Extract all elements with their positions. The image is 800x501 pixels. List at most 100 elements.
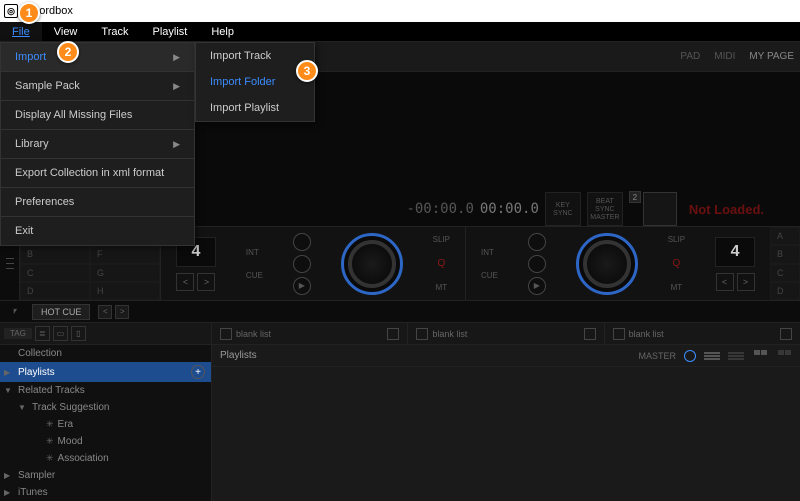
sparkle-icon: ✳ <box>46 419 54 430</box>
tag-card-icon[interactable]: ▯ <box>71 326 86 341</box>
master-indicator-icon[interactable] <box>684 350 696 362</box>
q-label: Q <box>673 258 681 269</box>
view-tiles-icon[interactable] <box>776 350 792 362</box>
tree-suggestion[interactable]: ▼ Track Suggestion <box>0 399 211 416</box>
submenu-import-playlist[interactable]: Import Playlist <box>196 95 314 121</box>
deck1-cue-button[interactable] <box>293 255 311 273</box>
tree-era[interactable]: ✳Era <box>0 416 211 433</box>
midi-label[interactable]: MIDI <box>714 51 735 62</box>
expand-icon: ▶ <box>4 368 10 377</box>
dropdown-exit[interactable]: Exit <box>1 217 194 245</box>
slip-label: SLIP <box>433 235 450 244</box>
playlist-area: Playlists MASTER <box>212 345 800 501</box>
mt-label: MT <box>436 283 448 292</box>
tag-label[interactable]: TAG <box>4 328 32 339</box>
pad-f[interactable]: F <box>90 245 160 263</box>
menu-file[interactable]: File <box>0 22 42 41</box>
deck2-beat-display: 4 <box>715 237 755 267</box>
beat-label: BEAT <box>596 198 614 205</box>
pad-a-r[interactable]: A <box>770 227 800 245</box>
dropdown-export-xml[interactable]: Export Collection in xml format <box>1 159 194 187</box>
deck1-next-button[interactable]: > <box>197 273 215 291</box>
tree-suggestion-label: Track Suggestion <box>32 402 109 413</box>
deck1-jog-wheel[interactable] <box>341 233 403 295</box>
menu-view[interactable]: View <box>42 22 90 41</box>
not-loaded-label: Not Loaded. <box>689 202 764 217</box>
tag-area: TAG ≣ ▭ ▯ <box>0 323 212 344</box>
pad-label[interactable]: PAD <box>680 51 700 62</box>
deck2-next-button[interactable]: > <box>737 273 755 291</box>
sync-label: SYNC <box>595 206 614 213</box>
pad-h[interactable]: H <box>90 282 160 300</box>
deck2-jog-wheel[interactable] <box>576 233 638 295</box>
expand-icon[interactable] <box>780 328 792 340</box>
waveform-icon[interactable]: ⎖ <box>6 305 24 318</box>
tree-itunes-label: iTunes <box>18 487 48 498</box>
slip-label: SLIP <box>668 235 685 244</box>
add-playlist-button[interactable]: + <box>191 365 205 379</box>
dropdown-library-label: Library <box>15 138 49 150</box>
tree-related[interactable]: ▼ Related Tracks <box>0 382 211 399</box>
deck1-int-button[interactable] <box>293 233 311 251</box>
tag-list-icon[interactable]: ≣ <box>35 326 50 341</box>
menu-help[interactable]: Help <box>199 22 246 41</box>
import-submenu: Import Track Import Folder Import Playli… <box>195 42 315 122</box>
blank-list-3[interactable]: blank list <box>605 323 800 344</box>
blank-list-1[interactable]: blank list <box>212 323 408 344</box>
pad-g[interactable]: G <box>90 264 160 282</box>
tree-collection[interactable]: Collection <box>0 345 211 362</box>
master-label: MASTER <box>590 214 619 221</box>
key-sync-box[interactable]: KEY SYNC <box>545 192 581 226</box>
view-list-icon[interactable] <box>704 350 720 362</box>
mypage-label[interactable]: MY PAGE <box>749 51 794 62</box>
deck2-play-button[interactable]: ▶ <box>528 277 546 295</box>
pad-b[interactable]: B <box>20 245 90 263</box>
tree-panel: Collection ▶ Playlists + ▼ Related Track… <box>0 345 212 501</box>
hotcue-button[interactable]: HOT CUE <box>32 304 90 320</box>
hotcue-next-button[interactable]: > <box>115 305 129 319</box>
menu-playlist[interactable]: Playlist <box>140 22 199 41</box>
titlebar: ◎ rekordbox <box>0 0 800 22</box>
bottom-panel: Collection ▶ Playlists + ▼ Related Track… <box>0 345 800 501</box>
dropdown-samplepack[interactable]: Sample Pack ▶ <box>1 72 194 100</box>
list-icon <box>613 328 625 340</box>
pad-d[interactable]: D <box>20 282 90 300</box>
menu-track[interactable]: Track <box>89 22 140 41</box>
pad-d-r[interactable]: D <box>770 282 800 300</box>
dropdown-preferences-label: Preferences <box>15 196 74 208</box>
tree-association[interactable]: ✳Association <box>0 450 211 467</box>
dropdown-preferences[interactable]: Preferences <box>1 188 194 216</box>
dropdown-library[interactable]: Library ▶ <box>1 130 194 158</box>
pad-c-r[interactable]: C <box>770 264 800 282</box>
tree-itunes[interactable]: ▶iTunes <box>0 484 211 501</box>
key-label: KEY <box>556 202 570 209</box>
deck2-int-button[interactable] <box>528 233 546 251</box>
pad-c[interactable]: C <box>20 264 90 282</box>
expand-icon[interactable] <box>584 328 596 340</box>
tree-mood-label: Mood <box>58 436 83 447</box>
blank-list-2[interactable]: blank list <box>408 323 604 344</box>
dropdown-display-missing[interactable]: Display All Missing Files <box>1 101 194 129</box>
pad-b-r[interactable]: B <box>770 245 800 263</box>
deck1-panel: 4 < > INT CUE ▶ SLIP Q MT <box>160 227 465 300</box>
deck1-play-button[interactable]: ▶ <box>293 277 311 295</box>
tag-grid-icon[interactable]: ▭ <box>53 326 68 341</box>
cue-label: CUE <box>246 271 263 280</box>
view-detail-icon[interactable] <box>728 350 744 362</box>
tree-playlists[interactable]: ▶ Playlists + <box>0 362 211 382</box>
tree-playlists-label: Playlists <box>18 367 55 378</box>
deck2-prev-button[interactable]: < <box>716 273 734 291</box>
dropdown-import[interactable]: Import ▶ <box>1 43 194 71</box>
deck2-panel: INT CUE ▶ SLIP Q MT 4 < > <box>465 227 770 300</box>
deck2-cue-button[interactable] <box>528 255 546 273</box>
expand-icon[interactable] <box>387 328 399 340</box>
hotcue-prev-button[interactable]: < <box>98 305 112 319</box>
view-grid-icon[interactable] <box>752 350 768 362</box>
annotation-badge-3: 3 <box>296 60 318 82</box>
tree-sampler[interactable]: ▶Sampler <box>0 467 211 484</box>
deck1-prev-button[interactable]: < <box>176 273 194 291</box>
beat-sync-box[interactable]: BEAT SYNC MASTER <box>587 192 623 226</box>
tree-mood[interactable]: ✳Mood <box>0 433 211 450</box>
deck1-int-cue: INT CUE <box>246 248 263 280</box>
deck-thumbnail[interactable] <box>643 192 677 226</box>
